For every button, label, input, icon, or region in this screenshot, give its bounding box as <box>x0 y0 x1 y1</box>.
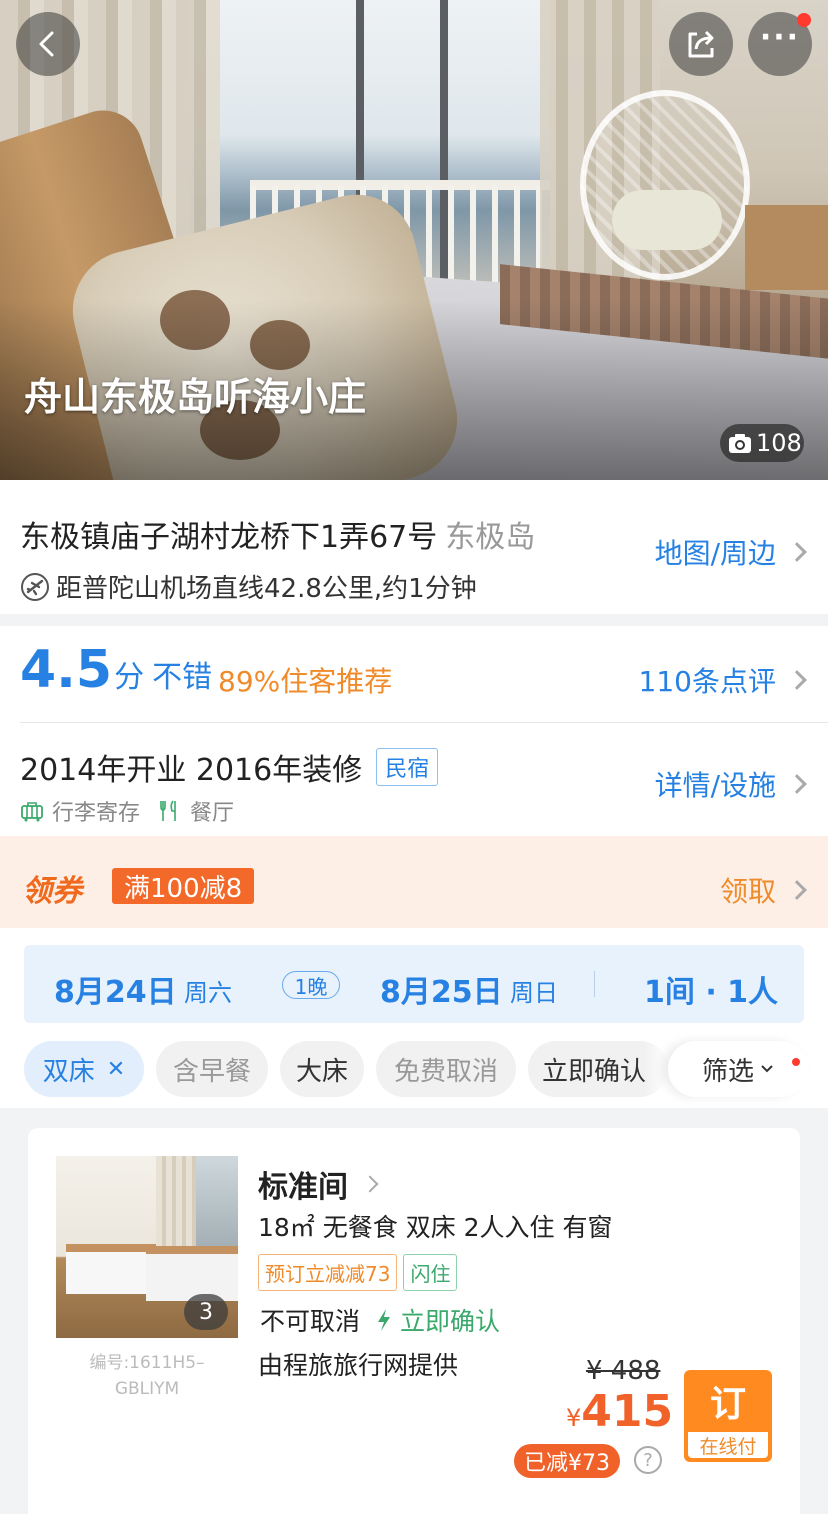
price-value: 415 <box>581 1386 674 1437</box>
details-link[interactable]: 详情/设施 <box>654 764 807 804</box>
claim-coupon-button[interactable]: 领取 <box>719 870 807 910</box>
divider <box>20 722 828 723</box>
filter-badge <box>792 1058 800 1066</box>
room-tags: 预订立减减73 闪住 <box>258 1254 458 1291</box>
scroll-fade <box>644 1041 668 1097</box>
score-unit: 分 <box>114 660 145 695</box>
filter-chip-breakfast[interactable]: 含早餐 <box>156 1041 268 1097</box>
close-icon[interactable]: ✕ <box>107 1057 125 1082</box>
currency-symbol: ¥ <box>566 1404 582 1432</box>
chevron-right-icon <box>787 880 807 900</box>
room-bed <box>66 1244 156 1294</box>
area-name: 东极岛 <box>445 520 536 555</box>
room-info: 18㎡ 无餐食 双床 2人入住 有窗 <box>258 1213 613 1242</box>
chevron-right-icon <box>361 1175 379 1193</box>
instant-confirm: 立即确认 <box>376 1302 500 1338</box>
hanging-chair <box>580 90 750 280</box>
restaurant-icon <box>160 800 176 821</box>
property-type-tag: 民宿 <box>376 748 439 786</box>
room-bed <box>146 1246 238 1301</box>
photo-count-button[interactable]: 108 <box>720 424 804 462</box>
facility-list: 行李寄存 餐厅 <box>20 795 234 827</box>
filter-label: 筛选 <box>701 1056 754 1087</box>
airplane-icon <box>21 572 49 601</box>
original-price: ¥ 488 <box>586 1356 661 1386</box>
hotel-address: 东极镇庙子湖村龙桥下1弄67号 东极岛 <box>20 512 535 556</box>
filter-chip-twin-bed[interactable]: 双床 ✕ <box>24 1041 144 1097</box>
checkin-date[interactable]: 8月24日 <box>54 967 177 1011</box>
open-renovation-info: 2014年开业 2016年装修 民宿 <box>20 745 439 789</box>
back-button[interactable] <box>16 12 80 76</box>
checkout-weekday: 周日 <box>510 979 558 1007</box>
recommend-rate: 89%住客推荐 <box>218 665 393 698</box>
luggage-icon <box>21 802 43 822</box>
pay-online-label: 在线付 <box>688 1432 768 1458</box>
policy-line: 不可取消 立即确认 <box>260 1302 500 1338</box>
current-price: ¥ 415 <box>566 1386 673 1437</box>
airport-distance-text: 距普陀山机场直线42.8公里,约1分钟 <box>56 574 477 604</box>
book-button-label: 订 <box>709 1384 746 1425</box>
claim-coupon-label: 领取 <box>719 875 776 908</box>
share-icon <box>688 30 714 58</box>
wall-shelf <box>745 205 828 290</box>
room-photo-count: 3 <box>184 1294 228 1330</box>
date-selector[interactable]: 8月24日 周六 1晚 8月25日 周日 1间 · 1人 <box>24 945 804 1023</box>
score-word: 不错 <box>152 660 213 695</box>
checkout-date[interactable]: 8月25日 <box>380 967 503 1011</box>
provider: 由程旅旅行网提供 <box>258 1351 459 1380</box>
opened-text: 2014年开业 2016年装修 <box>20 753 363 788</box>
flash-stay-tag: 闪住 <box>403 1254 458 1291</box>
room-name: 标准间 <box>258 1170 348 1205</box>
room-code: 编号:1611H5– GBLIYM <box>56 1350 238 1402</box>
chevron-right-icon <box>787 774 807 794</box>
reviews-link[interactable]: 110条点评 <box>638 660 807 700</box>
score-value: 4.5 <box>20 640 113 700</box>
room-code-line: GBLIYM <box>114 1379 180 1399</box>
facility-restaurant: 餐厅 <box>190 801 235 826</box>
chevron-right-icon <box>787 542 807 562</box>
share-button[interactable] <box>669 12 733 76</box>
camera-icon <box>729 434 751 453</box>
room-name-link[interactable]: 标准间 <box>258 1162 379 1206</box>
filter-button[interactable]: 筛选 <box>668 1041 808 1097</box>
coupon-offer-tag: 满100减8 <box>112 868 255 904</box>
nights-badge: 1晚 <box>282 971 340 999</box>
details-link-label: 详情/设施 <box>654 769 776 802</box>
lightning-icon <box>378 1309 391 1331</box>
room-code-line: 编号:1611H5– <box>89 1353 205 1373</box>
chevron-right-icon <box>787 670 807 690</box>
filter-chip-free-cancel[interactable]: 免费取消 <box>376 1041 516 1097</box>
map-link-label: 地图/周边 <box>654 537 776 570</box>
review-score: 4.5 分 不错 <box>20 640 212 700</box>
help-icon[interactable]: ? <box>634 1446 662 1474</box>
divider <box>594 971 595 997</box>
cancel-policy: 不可取消 <box>260 1307 361 1336</box>
discount-tag: 预订立减减73 <box>258 1254 398 1291</box>
photo-count-label: 108 <box>756 429 802 457</box>
street-address: 东极镇庙子湖村龙桥下1弄67号 <box>20 520 438 555</box>
more-dots-icon: ··· <box>759 20 801 55</box>
back-arrow-icon <box>39 31 54 57</box>
hotel-title: 舟山东极岛听海小庄 <box>24 375 367 419</box>
discount-badge: 已减¥73 <box>514 1444 620 1478</box>
map-link[interactable]: 地图/周边 <box>654 532 807 572</box>
book-button[interactable]: 订 在线付 <box>684 1370 772 1462</box>
coupon-logo: 领券 <box>22 874 82 909</box>
facility-luggage: 行李寄存 <box>52 801 141 826</box>
filter-chip-label: 双床 <box>42 1056 95 1087</box>
chair-cushion <box>612 190 722 250</box>
rooms-guests-selector[interactable]: 1间 · 1人 <box>644 967 778 1011</box>
checkin-weekday: 周六 <box>184 979 232 1007</box>
filter-chip-king-bed[interactable]: 大床 <box>280 1041 364 1097</box>
notification-badge <box>797 13 811 27</box>
instant-confirm-label: 立即确认 <box>400 1307 501 1336</box>
chevron-down-icon <box>761 1065 773 1073</box>
reviews-link-label: 110条点评 <box>638 665 776 698</box>
airport-distance: 距普陀山机场直线42.8公里,约1分钟 <box>20 568 477 605</box>
